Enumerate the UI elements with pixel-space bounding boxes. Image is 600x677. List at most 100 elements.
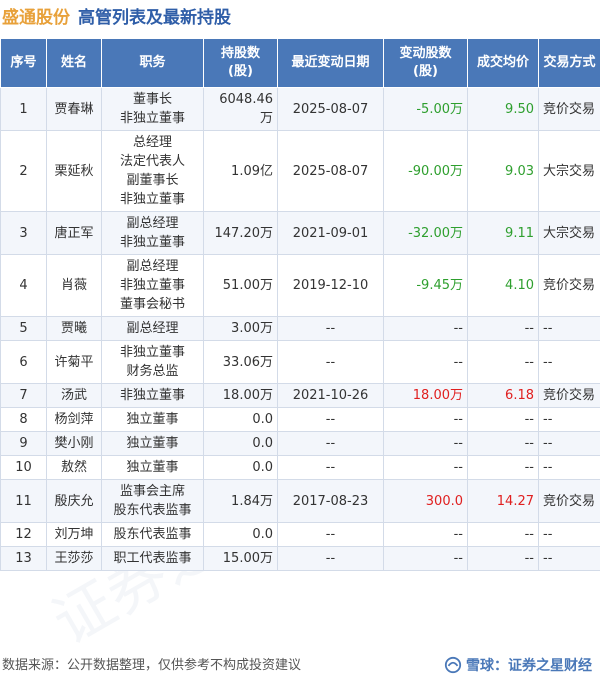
position-label: 董事长: [132, 92, 172, 107]
table-row: 13 王莎莎 职工代表监事 15.00万 -- -- -- --: [0, 546, 600, 571]
row-number: 7: [0, 383, 47, 408]
position-cell: 非独立董事: [101, 383, 204, 408]
table-header-row: 序号 姓名 职务 持股数 (股) 最近变动日期 变动股数 (股) 成交均价 交易方式: [0, 38, 600, 88]
avg-price: 9.50: [467, 87, 539, 131]
table-row: 7 汤武 非独立董事 18.00万 2021-10-26 18.00万 6.18 竞价交易: [0, 383, 600, 408]
avg-price: 9.03: [467, 130, 539, 212]
position-label: 独立董事: [126, 436, 179, 451]
last-change-date: --: [277, 316, 384, 341]
position-cell: 职工代表监事: [101, 546, 204, 571]
page-title: 盛通股份 高管列表及最新持股: [0, 0, 600, 30]
position-label: 股东代表监事: [113, 527, 192, 542]
company-name: 盛通股份: [2, 7, 70, 28]
trade-mode: --: [538, 455, 600, 480]
person-name: 樊小刚: [46, 431, 102, 456]
row-number: 3: [0, 211, 47, 255]
row-number: 2: [0, 130, 47, 212]
row-number: 4: [0, 254, 47, 317]
person-name: 汤武: [46, 383, 102, 408]
change-shares: --: [383, 407, 468, 432]
position-cell: 副总经理: [101, 316, 204, 341]
shares-held: 6048.46万: [203, 87, 278, 131]
position-label: 非独立董事: [119, 345, 185, 360]
position-label: 非独立董事: [119, 278, 185, 293]
change-shares: --: [383, 455, 468, 480]
change-shares: -90.00万: [383, 130, 468, 212]
brand-label: 雪球：证券之星财经: [444, 655, 592, 675]
table-row: 8 杨剑萍 独立董事 0.0 -- -- -- --: [0, 407, 600, 432]
trade-mode: 竞价交易: [538, 87, 600, 131]
change-shares: 18.00万: [383, 383, 468, 408]
last-change-date: 2017-08-23: [277, 479, 384, 523]
position-label: 非独立董事: [119, 192, 185, 207]
table-row: 12 刘万坤 股东代表监事 0.0 -- -- -- --: [0, 522, 600, 547]
change-shares: -5.00万: [383, 87, 468, 131]
shares-held: 18.00万: [203, 383, 278, 408]
person-name: 杨剑萍: [46, 407, 102, 432]
change-shares: -9.45万: [383, 254, 468, 317]
position-cell: 股东代表监事: [101, 522, 204, 547]
avg-price: --: [467, 522, 539, 547]
shares-held: 0.0: [203, 407, 278, 432]
shares-held: 147.20万: [203, 211, 278, 255]
last-change-date: --: [277, 340, 384, 384]
person-name: 肖薇: [46, 254, 102, 317]
trade-mode: --: [538, 316, 600, 341]
row-number: 13: [0, 546, 47, 571]
snowball-logo-icon: [444, 656, 462, 674]
person-name: 贾春琳: [46, 87, 102, 131]
column-header: 职务: [101, 38, 204, 88]
row-number: 11: [0, 479, 47, 523]
avg-price: --: [467, 340, 539, 384]
trade-mode: 大宗交易: [538, 211, 600, 255]
table-row: 4 肖薇 副总经理 非独立董事 董事会秘书 51.00万 2019-12-10 -9.45万 4…: [0, 254, 600, 317]
trade-mode: --: [538, 340, 600, 384]
position-label: 非独立董事: [119, 111, 185, 126]
shares-held: 0.0: [203, 455, 278, 480]
column-header: 交易方式: [538, 38, 600, 88]
last-change-date: 2021-10-26: [277, 383, 384, 408]
change-shares: 300.0: [383, 479, 468, 523]
person-name: 贾曦: [46, 316, 102, 341]
position-cell: 副总经理 非独立董事: [101, 211, 204, 255]
row-number: 8: [0, 407, 47, 432]
trade-mode: 竞价交易: [538, 383, 600, 408]
column-header: 变动股数 (股): [383, 38, 468, 88]
avg-price: 14.27: [467, 479, 539, 523]
position-cell: 独立董事: [101, 455, 204, 480]
last-change-date: 2021-09-01: [277, 211, 384, 255]
last-change-date: --: [277, 431, 384, 456]
position-label: 独立董事: [126, 460, 179, 475]
last-change-date: 2019-12-10: [277, 254, 384, 317]
person-name: 栗延秋: [46, 130, 102, 212]
position-cell: 独立董事: [101, 431, 204, 456]
position-cell: 独立董事: [101, 407, 204, 432]
change-shares: --: [383, 522, 468, 547]
shares-held: 1.84万: [203, 479, 278, 523]
position-label: 副总经理: [126, 259, 179, 274]
row-number: 9: [0, 431, 47, 456]
change-shares: --: [383, 316, 468, 341]
position-label: 副总经理: [126, 321, 179, 336]
avg-price: --: [467, 455, 539, 480]
last-change-date: --: [277, 455, 384, 480]
row-number: 6: [0, 340, 47, 384]
position-label: 法定代表人: [119, 154, 185, 169]
position-cell: 总经理 法定代表人 副董事长 非独立董事: [101, 130, 204, 212]
avg-price: --: [467, 407, 539, 432]
table-row: 10 敖然 独立董事 0.0 -- -- -- --: [0, 455, 600, 480]
column-header: 成交均价: [467, 38, 539, 88]
avg-price: 6.18: [467, 383, 539, 408]
last-change-date: --: [277, 407, 384, 432]
trade-mode: --: [538, 546, 600, 571]
shares-held: 0.0: [203, 522, 278, 547]
shares-held: 3.00万: [203, 316, 278, 341]
position-label: 职工代表监事: [113, 551, 192, 566]
position-cell: 监事会主席 股东代表监事: [101, 479, 204, 523]
position-label: 非独立董事: [119, 388, 185, 403]
avg-price: --: [467, 431, 539, 456]
change-shares: --: [383, 546, 468, 571]
change-shares: -32.00万: [383, 211, 468, 255]
last-change-date: 2025-08-07: [277, 130, 384, 212]
position-label: 副董事长: [126, 173, 179, 188]
